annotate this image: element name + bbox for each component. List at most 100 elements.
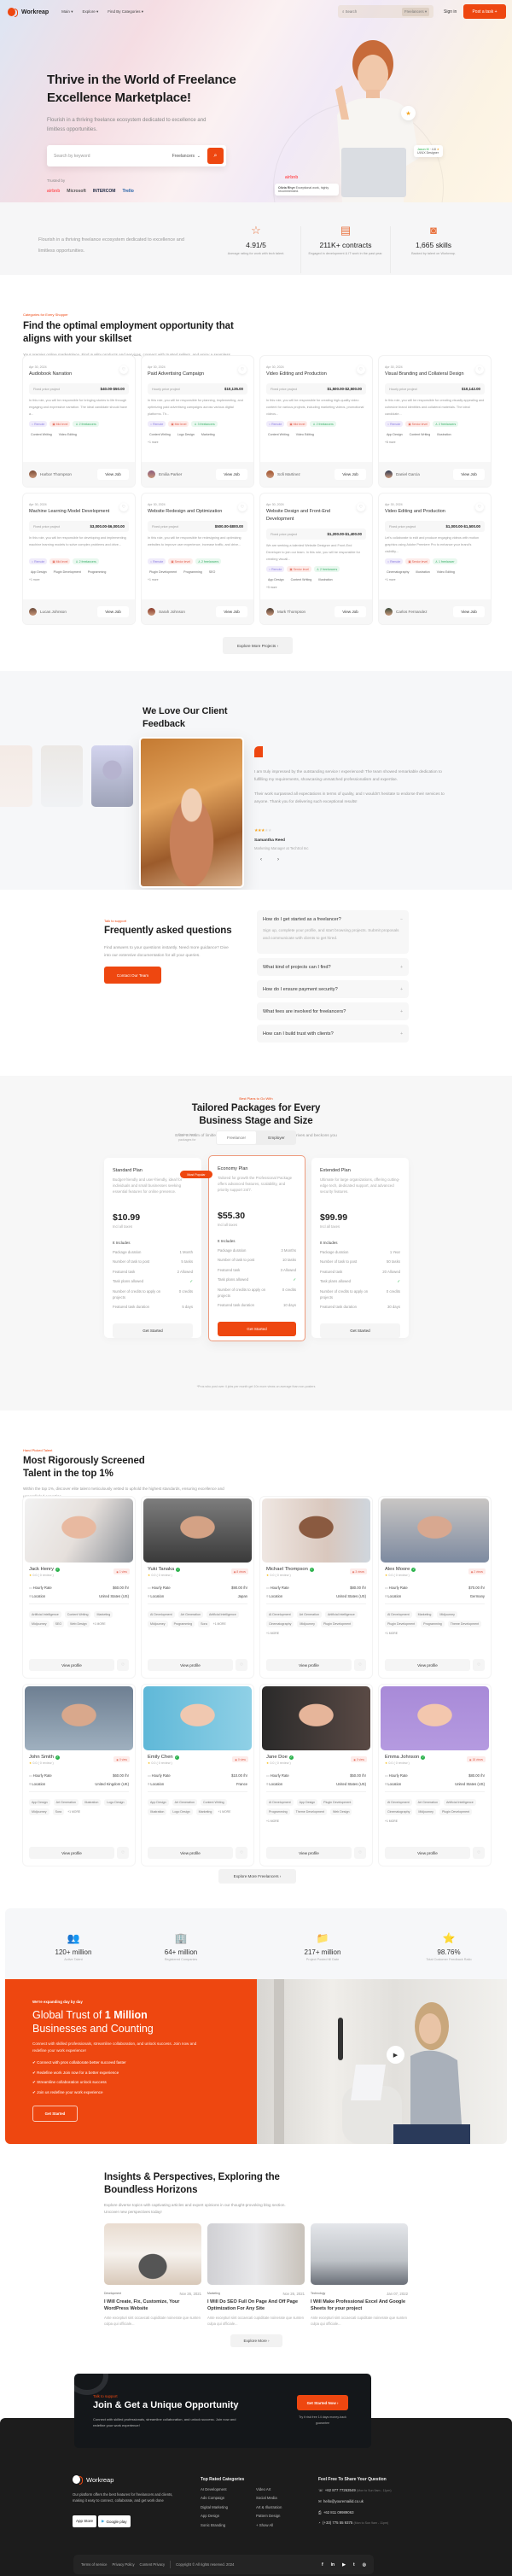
more-skills[interactable]: +5 more bbox=[266, 586, 366, 589]
faq-item[interactable]: What fees are involved for freelancers? + bbox=[257, 1002, 409, 1020]
heart-icon[interactable]: ♡ bbox=[119, 503, 128, 511]
more-tags[interactable]: +1 MORE bbox=[67, 1808, 80, 1815]
skill-tag[interactable]: Art Generation bbox=[296, 1611, 322, 1618]
skill-tag[interactable]: SEO bbox=[207, 570, 218, 575]
search-button[interactable]: ⌕ bbox=[207, 148, 224, 164]
nav-item[interactable]: Explore ▾ bbox=[82, 9, 98, 15]
skill-tag[interactable]: Midjourney bbox=[437, 1611, 457, 1618]
skill-tag[interactable]: Art Generation bbox=[53, 1799, 79, 1806]
facebook-icon[interactable]: f bbox=[322, 2562, 323, 2567]
skill-tag[interactable]: Programming bbox=[171, 1621, 195, 1627]
view-job-button[interactable]: View Job bbox=[335, 469, 366, 480]
skill-tag[interactable]: Programming bbox=[182, 570, 204, 575]
skill-tag[interactable]: Content Writing bbox=[289, 577, 314, 582]
job-title[interactable]: Video Editing and Production bbox=[385, 508, 470, 516]
view-job-button[interactable]: View Job bbox=[453, 606, 485, 617]
terms-link[interactable]: Terms of service bbox=[81, 2562, 107, 2567]
client-thumb[interactable] bbox=[41, 745, 83, 807]
twitter-icon[interactable]: t bbox=[353, 2562, 355, 2567]
skill-tag[interactable]: Cinematography bbox=[266, 1621, 294, 1627]
search-type-dropdown[interactable]: Freelancers ⌄ bbox=[172, 154, 201, 159]
view-job-button[interactable]: View Job bbox=[97, 469, 129, 480]
heart-icon[interactable]: ♡ bbox=[475, 503, 484, 511]
job-title[interactable]: Paid Advertising Campaign bbox=[148, 371, 233, 378]
blog-title[interactable]: I Will Create, Fix, Customize, Your Word… bbox=[104, 2299, 201, 2312]
heart-icon[interactable]: ♡ bbox=[238, 365, 247, 374]
more-tags[interactable]: +1 MORE bbox=[266, 1818, 279, 1825]
skill-tag[interactable]: AI Development bbox=[385, 1799, 412, 1806]
faq-item[interactable]: How do I ensure payment security? + bbox=[257, 980, 409, 998]
blog-category[interactable]: Technology bbox=[311, 2292, 325, 2296]
skill-tag[interactable]: Cinematography bbox=[385, 570, 410, 575]
blog-image[interactable] bbox=[104, 2223, 201, 2285]
job-title[interactable]: Video Editing and Production bbox=[266, 371, 352, 378]
heart-icon[interactable]: ♡ bbox=[117, 1847, 129, 1859]
skill-tag[interactable]: Plugin Development bbox=[148, 570, 178, 575]
sign-in-link[interactable]: Sign in bbox=[444, 9, 457, 15]
nav-item[interactable]: Find By Categories ▾ bbox=[108, 9, 143, 15]
view-profile-button[interactable]: View profile bbox=[148, 1659, 233, 1671]
skill-tag[interactable]: Marketing bbox=[94, 1611, 113, 1618]
skill-tag[interactable]: Art Generation bbox=[172, 1799, 197, 1806]
more-tags[interactable]: +1 MORE bbox=[385, 1818, 398, 1825]
more-skills[interactable]: +8 more bbox=[385, 441, 485, 444]
heart-icon[interactable]: ♡ bbox=[475, 365, 484, 374]
skill-tag[interactable]: Art Generation bbox=[177, 1611, 203, 1618]
talent-name[interactable]: Alex Moore bbox=[385, 1567, 410, 1572]
heart-icon[interactable]: ♡ bbox=[357, 365, 365, 374]
view-profile-button[interactable]: View profile bbox=[266, 1659, 352, 1671]
category-link[interactable]: Art & Illustration bbox=[256, 2505, 282, 2509]
view-profile-button[interactable]: View profile bbox=[29, 1659, 114, 1671]
prev-arrow-icon[interactable]: ‹ bbox=[260, 857, 262, 862]
get-started-button[interactable]: Get Started bbox=[218, 1322, 296, 1336]
skill-tag[interactable]: Illustration bbox=[414, 570, 431, 575]
skill-tag[interactable]: Content Writing bbox=[64, 1611, 91, 1618]
heart-icon[interactable]: ♡ bbox=[473, 1847, 485, 1859]
skill-tag[interactable]: Sora bbox=[198, 1621, 210, 1627]
skill-tag[interactable]: AI Development bbox=[266, 1611, 294, 1618]
skill-tag[interactable]: App Design bbox=[29, 1799, 50, 1806]
blog-title[interactable]: I Will Do SEO Full On Page And Off Page … bbox=[207, 2299, 305, 2312]
skill-tag[interactable]: AI Development bbox=[266, 1799, 294, 1806]
brand-logo[interactable]: Workreap bbox=[8, 8, 49, 17]
skill-tag[interactable]: Logo Design bbox=[170, 1808, 193, 1815]
category-link[interactable]: Pattern Design bbox=[256, 2514, 282, 2518]
skill-tag[interactable]: Midjourney bbox=[148, 1621, 168, 1627]
talent-photo[interactable] bbox=[381, 1498, 489, 1563]
play-video-button[interactable]: ▶ bbox=[387, 2046, 404, 2064]
privacy-link[interactable]: Privacy Policy bbox=[112, 2562, 134, 2567]
talent-name[interactable]: Emily Chen bbox=[148, 1755, 173, 1760]
more-skills[interactable]: +1 more bbox=[385, 578, 485, 581]
view-job-button[interactable]: View Job bbox=[216, 606, 247, 617]
app-store-button[interactable]: App Store bbox=[73, 2515, 97, 2527]
skill-tag[interactable]: Sora bbox=[52, 1808, 65, 1815]
skill-tag[interactable]: Plugin Development bbox=[321, 1799, 354, 1806]
skill-tag[interactable]: Plugin Development bbox=[320, 1621, 354, 1627]
blog-title[interactable]: I Will Make Professional Excel And Googl… bbox=[311, 2299, 408, 2312]
skill-tag[interactable]: Theme Development bbox=[293, 1808, 327, 1815]
view-job-button[interactable]: View Job bbox=[216, 469, 247, 480]
heart-icon[interactable]: ♡ bbox=[354, 1659, 366, 1671]
heart-icon[interactable]: ♡ bbox=[236, 1659, 247, 1671]
client-thumb[interactable] bbox=[0, 745, 32, 807]
category-link[interactable]: Video Art bbox=[256, 2487, 282, 2491]
job-title[interactable]: Audiobook Narration bbox=[29, 371, 114, 378]
more-tags[interactable]: +1 MORE bbox=[385, 1630, 398, 1637]
skill-tag[interactable]: Web Design bbox=[329, 1808, 352, 1815]
talent-photo[interactable] bbox=[25, 1686, 133, 1750]
skill-tag[interactable]: Marketing bbox=[415, 1611, 434, 1618]
skill-tag[interactable]: Plugin Development bbox=[439, 1808, 473, 1815]
skill-tag[interactable]: Artificial Intelligence bbox=[29, 1611, 61, 1618]
talent-name[interactable]: Jane Doe bbox=[266, 1755, 288, 1760]
category-link[interactable]: Ads Compaign bbox=[201, 2496, 256, 2500]
explore-blog-button[interactable]: Explore More › bbox=[230, 2334, 282, 2347]
skill-tag[interactable]: Programming bbox=[86, 570, 108, 575]
skill-tag[interactable]: Illustration bbox=[81, 1799, 102, 1806]
skill-tag[interactable]: Marketing bbox=[200, 432, 217, 437]
contact-team-button[interactable]: Contact Our Team bbox=[104, 967, 161, 984]
toggle-freelancer[interactable]: Freelancer bbox=[217, 1131, 256, 1144]
heart-icon[interactable]: ♡ bbox=[473, 1659, 485, 1671]
dribbble-icon[interactable]: ◎ bbox=[363, 2562, 366, 2567]
heart-icon[interactable]: ♡ bbox=[357, 503, 365, 511]
view-profile-button[interactable]: View profile bbox=[266, 1847, 352, 1859]
